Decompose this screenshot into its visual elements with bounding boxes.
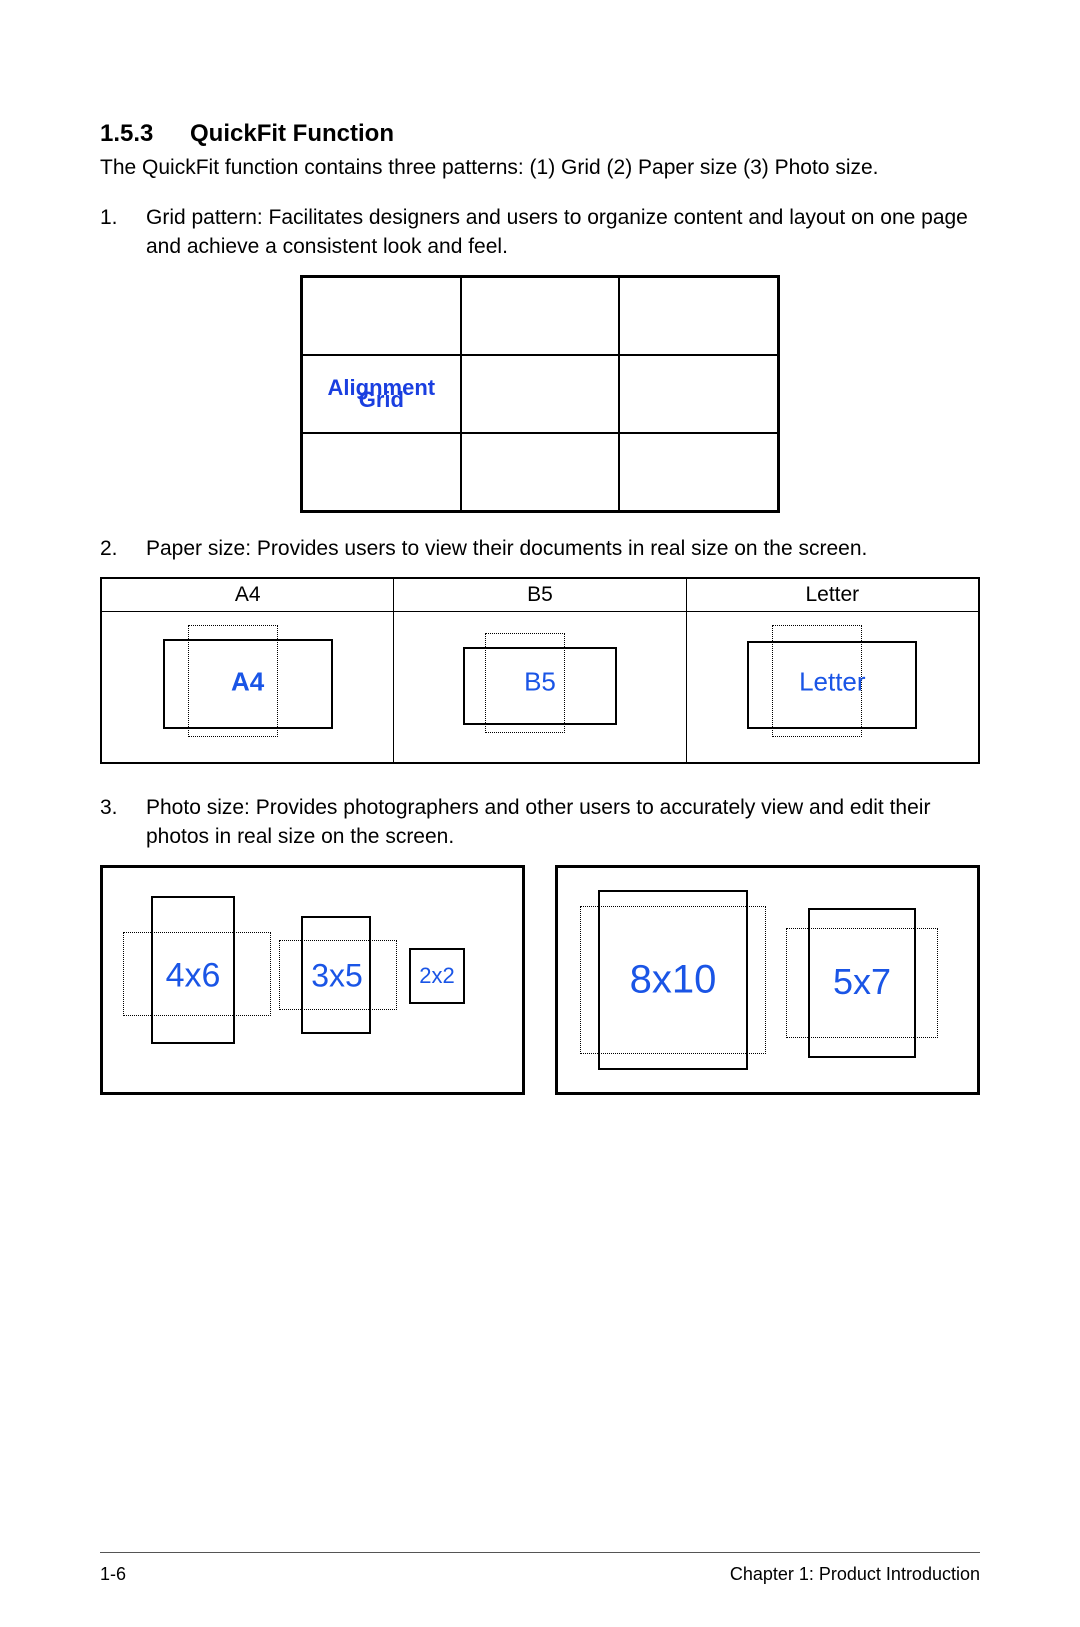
grid-cell	[619, 355, 778, 433]
list-item-number: 3.	[100, 794, 146, 851]
heading-number: 1.5.3	[100, 120, 190, 148]
photo-label-8x10: 8x10	[630, 958, 717, 1003]
grid-cell	[461, 277, 620, 355]
paper-header-row: A4 B5 Letter	[102, 579, 978, 612]
grid-cell: Alignment Grid	[302, 355, 461, 433]
list-item-text: Paper size: Provides users to view their…	[146, 535, 980, 563]
paper-size-figure: A4 B5 Letter A4 B5 Letter	[100, 577, 980, 764]
photo-label-4x6: 4x6	[166, 957, 221, 996]
paper-label-letter: Letter	[799, 667, 866, 698]
photo-label-2x2: 2x2	[419, 963, 454, 989]
grid-cell	[302, 277, 461, 355]
photo-label-5x7: 5x7	[833, 961, 891, 1003]
paper-col-a4: A4	[102, 612, 394, 762]
grid-cell	[461, 433, 620, 511]
page-number: 1-6	[100, 1564, 126, 1585]
list-item-number: 1.	[100, 204, 146, 261]
chapter-label: Chapter 1: Product Introduction	[730, 1564, 980, 1585]
photo-label-3x5: 3x5	[311, 958, 363, 995]
paper-col-letter: Letter	[687, 612, 978, 762]
list-item-text: Grid pattern: Facilitates designers and …	[146, 204, 980, 261]
photo-panel-left: 4x6 3x5 2x2	[100, 865, 525, 1095]
grid-cell	[619, 277, 778, 355]
list-item-text: Photo size: Provides photographers and o…	[146, 794, 980, 851]
list-item-number: 2.	[100, 535, 146, 563]
list-item: 3. Photo size: Provides photographers an…	[100, 794, 980, 851]
heading-title: QuickFit Function	[190, 120, 394, 147]
photo-panel-right: 8x10 5x7	[555, 865, 980, 1095]
paper-label-a4: A4	[231, 667, 264, 698]
footer-rule	[100, 1552, 980, 1553]
intro-paragraph: The QuickFit function contains three pat…	[100, 154, 980, 182]
grid-cell	[619, 433, 778, 511]
grid-cell	[461, 355, 620, 433]
grid-cell	[302, 433, 461, 511]
paper-col-b5: B5	[394, 612, 686, 762]
paper-label-b5: B5	[524, 667, 556, 698]
photo-size-figures: 4x6 3x5 2x2 8x10 5x7	[100, 865, 980, 1095]
page-footer: 1-6 Chapter 1: Product Introduction	[100, 1564, 980, 1585]
list-item: 2. Paper size: Provides users to view th…	[100, 535, 980, 563]
list-item: 1. Grid pattern: Facilitates designers a…	[100, 204, 980, 261]
grid-figure: Alignment Grid	[100, 275, 980, 513]
section-heading: 1.5.3QuickFit Function	[100, 120, 980, 148]
paper-header-letter: Letter	[687, 579, 978, 611]
grid-label-line2: Grid	[359, 387, 404, 412]
paper-header-a4: A4	[102, 579, 394, 611]
paper-header-b5: B5	[394, 579, 686, 611]
grid-label: Alignment Grid	[328, 382, 436, 406]
